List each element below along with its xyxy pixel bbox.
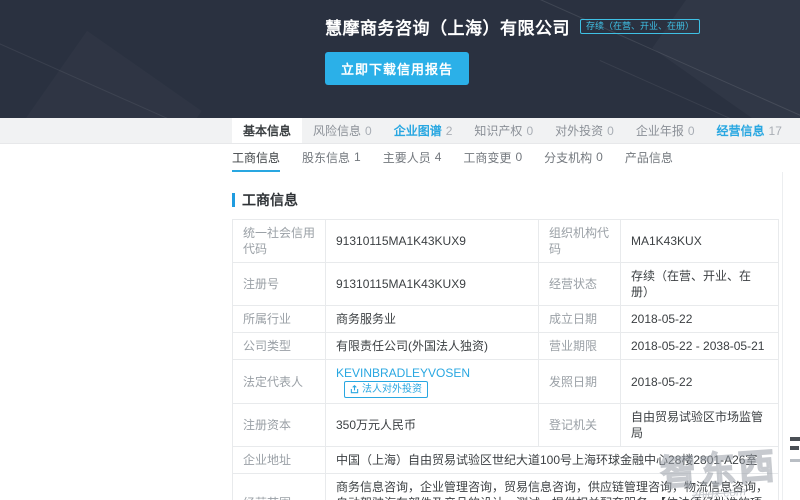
content-right-divider xyxy=(782,172,783,500)
table-row: 注册资本 350万元人民币 登记机关 自由贸易试验区市场监管局 xyxy=(233,404,779,447)
table-row: 法定代表人 KEVINBRADLEYVOSEN法人对外投资 发照日期 2018-… xyxy=(233,360,779,404)
right-rail-clipped-content xyxy=(790,437,800,467)
table-row: 企业地址 中国（上海）自由贸易试验区世纪大道100号上海环球金融中心28楼280… xyxy=(233,447,779,474)
tab-annual-report[interactable]: 企业年报0 xyxy=(625,118,706,143)
business-info-table: 统一社会信用代码 91310115MA1K43KUX9 组织机构代码 MA1K4… xyxy=(232,219,779,500)
tab-company-graph[interactable]: 企业图谱2 xyxy=(383,118,464,143)
subtab-business-registration[interactable]: 工商信息 xyxy=(232,144,280,172)
section-accent-bar xyxy=(232,193,235,207)
table-row: 注册号 91310115MA1K43KUX9 经营状态 存续（在营、开业、在册） xyxy=(233,263,779,306)
tab-operation-info[interactable]: 经营信息17 xyxy=(706,118,793,143)
export-icon xyxy=(350,385,359,394)
company-profile-page: 慧摩商务咨询（上海）有限公司 存续（在营、开业、在册） 立即下载信用报告 基本信… xyxy=(0,0,800,500)
tab-risk-info[interactable]: 风险信息0 xyxy=(302,118,383,143)
clipped-text-fragment xyxy=(790,459,800,462)
subtab-branches[interactable]: 分支机构0 xyxy=(544,144,603,172)
table-row: 所属行业 商务服务业 成立日期 2018-05-22 xyxy=(233,306,779,333)
main-content: 工商信息 统一社会信用代码 91310115MA1K43KUX9 组织机构代码 … xyxy=(0,172,778,500)
business-info-title: 工商信息 xyxy=(242,190,298,210)
primary-tabbar: 基本信息 风险信息0 企业图谱2 知识产权0 对外投资0 企业年报0 经营信息1… xyxy=(0,118,800,144)
tab-outbound-investment[interactable]: 对外投资0 xyxy=(544,118,625,143)
tab-intellectual-property[interactable]: 知识产权0 xyxy=(463,118,544,143)
subtab-registration-changes[interactable]: 工商变更0 xyxy=(463,144,522,172)
clipped-text-fragment xyxy=(790,446,799,450)
business-info-section-header: 工商信息 xyxy=(232,190,778,210)
sub-tabbar: 工商信息 股东信息1 主要人员4 工商变更0 分支机构0 产品信息 xyxy=(0,144,800,172)
tab-history-info[interactable]: 历史信息0 VIP xyxy=(793,118,800,143)
table-row: 统一社会信用代码 91310115MA1K43KUX9 组织机构代码 MA1K4… xyxy=(233,220,779,263)
download-credit-report-button[interactable]: 立即下载信用报告 xyxy=(325,52,469,85)
subtab-products[interactable]: 产品信息 xyxy=(625,144,673,172)
table-row: 公司类型 有限责任公司(外国法人独资) 营业期限 2018-05-22 - 20… xyxy=(233,333,779,360)
legal-rep-investment-badge[interactable]: 法人对外投资 xyxy=(344,381,428,398)
tab-basic-info[interactable]: 基本信息 xyxy=(232,118,302,143)
hero-pattern xyxy=(18,31,202,118)
status-badge: 存续（在营、开业、在册） xyxy=(580,19,700,34)
company-name: 慧摩商务咨询（上海）有限公司 xyxy=(325,14,570,39)
subtab-shareholders[interactable]: 股东信息1 xyxy=(302,144,361,172)
table-row: 经营范围 商务信息咨询，企业管理咨询，贸易信息咨询，供应链管理咨询，物流信息咨询… xyxy=(233,474,779,500)
subtab-key-personnel[interactable]: 主要人员4 xyxy=(383,144,442,172)
legal-representative-link[interactable]: KEVINBRADLEYVOSEN xyxy=(336,366,470,380)
hero-header: 慧摩商务咨询（上海）有限公司 存续（在营、开业、在册） 立即下载信用报告 xyxy=(0,0,800,118)
clipped-text-fragment xyxy=(790,437,800,441)
